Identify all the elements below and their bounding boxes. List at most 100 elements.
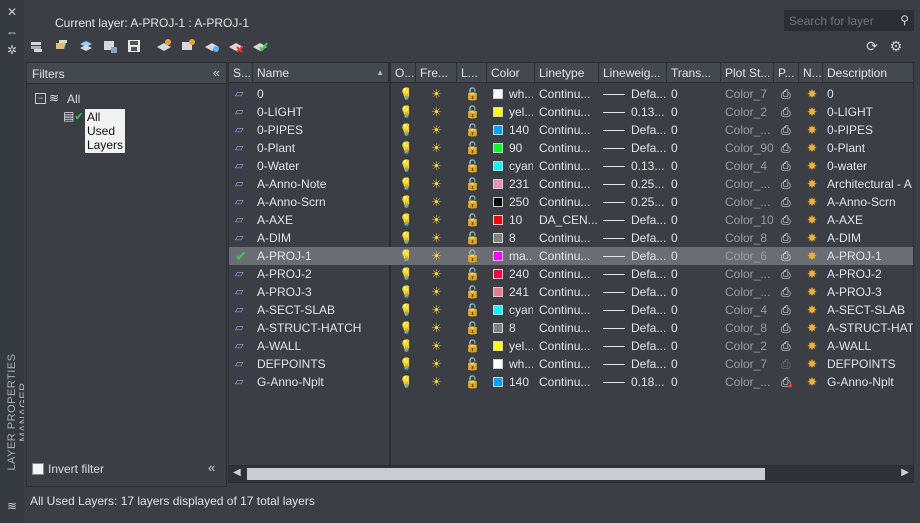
unlock-icon[interactable]: 🔓 [465,139,477,157]
linetype-value[interactable]: Continu... [539,175,597,193]
color-swatch[interactable] [493,305,503,315]
transparency-value[interactable]: 0 [671,175,719,193]
lightbulb-on-icon[interactable]: 💡 [399,211,409,229]
color-name[interactable]: wh... [509,355,533,373]
color-swatch[interactable] [493,215,503,225]
color-name[interactable]: 90 [509,139,533,157]
layer-description[interactable]: DEFPOINTS [827,355,913,373]
col-color[interactable]: Color [487,63,535,83]
sun-thaw-icon[interactable]: ☀ [431,121,445,139]
new-vp-freeze-icon[interactable]: ✸ [807,121,821,139]
layer-row[interactable]: ▱ 0-LIGHT 💡 ☀ 🔓 yel... Continu... 0.13...0 Color… [229,103,913,121]
new-layer-icon[interactable] [156,38,172,54]
layer-name[interactable]: A-Anno-Note [257,175,387,193]
color-swatch[interactable] [493,323,503,333]
horizontal-scrollbar[interactable]: ◀ ▶ [228,465,914,483]
transparency-value[interactable]: 0 [671,373,719,391]
lineweight-value[interactable]: 0.18... [631,373,667,391]
transparency-value[interactable]: 0 [671,229,719,247]
linetype-value[interactable]: Continu... [539,355,597,373]
color-name[interactable]: yel... [509,337,533,355]
new-vp-frozen-layer-icon[interactable] [180,38,196,54]
layer-name[interactable]: DEFPOINTS [257,355,387,373]
collapse-panel-icon[interactable]: « [208,460,215,475]
unlock-icon[interactable]: 🔓 [465,157,477,175]
unlock-icon[interactable]: 🔓 [465,301,477,319]
layer-name[interactable]: G-Anno-Nplt [257,373,387,391]
unlock-icon[interactable]: 🔓 [465,211,477,229]
unlock-icon[interactable]: 🔓 [465,265,477,283]
layer-name[interactable]: A-PROJ-2 [257,265,387,283]
lightbulb-on-icon[interactable]: 💡 [399,301,409,319]
printer-icon[interactable]: ⎙ [781,85,795,103]
lineweight-value[interactable]: Defa... [631,121,667,139]
linetype-value[interactable]: Continu... [539,373,597,391]
col-description[interactable]: Description [823,63,913,83]
layer-row[interactable]: ✔ A-PROJ-1 💡 ☀ 🔓 ma... Continu... Defa...0 Color… [229,247,913,265]
lightbulb-on-icon[interactable]: 💡 [399,247,409,265]
scroll-left-icon[interactable]: ◀ [233,467,241,478]
sun-thaw-icon[interactable]: ☀ [431,283,445,301]
new-vp-freeze-icon[interactable]: ✸ [807,229,821,247]
linetype-value[interactable]: Continu... [539,121,597,139]
tree-collapse-icon[interactable]: − [35,93,46,104]
new-vp-freeze-icon[interactable]: ✸ [807,247,821,265]
layer-row[interactable]: ▱ 0-Water 💡 ☀ 🔓 cyan Continu... 0.13...0 Color_4… [229,157,913,175]
color-name[interactable]: 241 [509,283,533,301]
color-swatch[interactable] [493,179,503,189]
printer-icon[interactable]: ⎙ [781,157,795,175]
lightbulb-on-icon[interactable]: 💡 [399,265,409,283]
new-vp-freeze-icon[interactable]: ✸ [807,85,821,103]
layer-description[interactable]: 0-LIGHT [827,103,913,121]
unlock-icon[interactable]: 🔓 [465,373,477,391]
transparency-value[interactable]: 0 [671,85,719,103]
layer-description[interactable]: A-Anno-Scrn [827,193,913,211]
linetype-value[interactable]: Continu... [539,85,597,103]
new-vp-freeze-icon[interactable]: ✸ [807,193,821,211]
sun-thaw-icon[interactable]: ☀ [431,157,445,175]
color-name[interactable]: 10 [509,211,533,229]
unlock-icon[interactable]: 🔓 [465,319,477,337]
new-vp-freeze-icon[interactable]: ✸ [807,157,821,175]
layer-name[interactable]: 0-Plant [257,139,387,157]
lineweight-value[interactable]: Defa... [631,319,667,337]
layer-name[interactable]: 0-LIGHT [257,103,387,121]
layer-row[interactable]: ▱ G-Anno-Nplt 💡 ☀ 🔓 140 Continu... 0.18...0 Colo… [229,373,913,391]
layer-name[interactable]: A-AXE [257,211,387,229]
color-swatch[interactable] [493,89,503,99]
scroll-right-icon[interactable]: ▶ [901,467,909,478]
save-icon[interactable] [126,38,142,54]
layer-name[interactable]: 0 [257,85,387,103]
sun-thaw-icon[interactable]: ☀ [431,175,445,193]
layer-name[interactable]: A-WALL [257,337,387,355]
color-name[interactable]: 240 [509,265,533,283]
sun-thaw-icon[interactable]: ☀ [431,85,445,103]
refresh-icon[interactable]: ⟳ [864,38,880,54]
no-plot-icon[interactable]: ⎙ ● [781,373,795,391]
lineweight-value[interactable]: Defa... [631,229,667,247]
new-vp-freeze-icon[interactable]: ✸ [807,301,821,319]
col-lineweight[interactable]: Lineweig... [599,63,667,83]
col-plot-style[interactable]: Plot St... [721,63,774,83]
sun-thaw-icon[interactable]: ☀ [431,355,445,373]
col-new-vp-freeze[interactable]: N... [799,63,823,83]
lightbulb-on-icon[interactable]: 💡 [399,157,409,175]
color-swatch[interactable] [493,107,503,117]
color-swatch[interactable] [493,251,503,261]
lightbulb-on-icon[interactable]: 💡 [399,229,409,247]
col-plot[interactable]: P... [774,63,799,83]
layer-description[interactable]: 0-PIPES [827,121,913,139]
layer-description[interactable]: A-AXE [827,211,913,229]
new-property-filter-icon[interactable] [30,38,46,54]
properties-icon[interactable]: ✲ [6,44,18,56]
layer-description[interactable]: 0-Plant [827,139,913,157]
printer-icon[interactable]: ⎙ [781,229,795,247]
color-swatch[interactable] [493,377,503,387]
auto-hide-icon[interactable]: ⇔ [6,26,18,38]
linetype-value[interactable]: Continu... [539,283,597,301]
unlock-icon[interactable]: 🔓 [465,355,477,373]
sun-thaw-icon[interactable]: ☀ [431,139,445,157]
color-name[interactable]: 140 [509,121,533,139]
close-icon[interactable]: ✕ [6,6,18,18]
sun-thaw-icon[interactable]: ☀ [431,337,445,355]
